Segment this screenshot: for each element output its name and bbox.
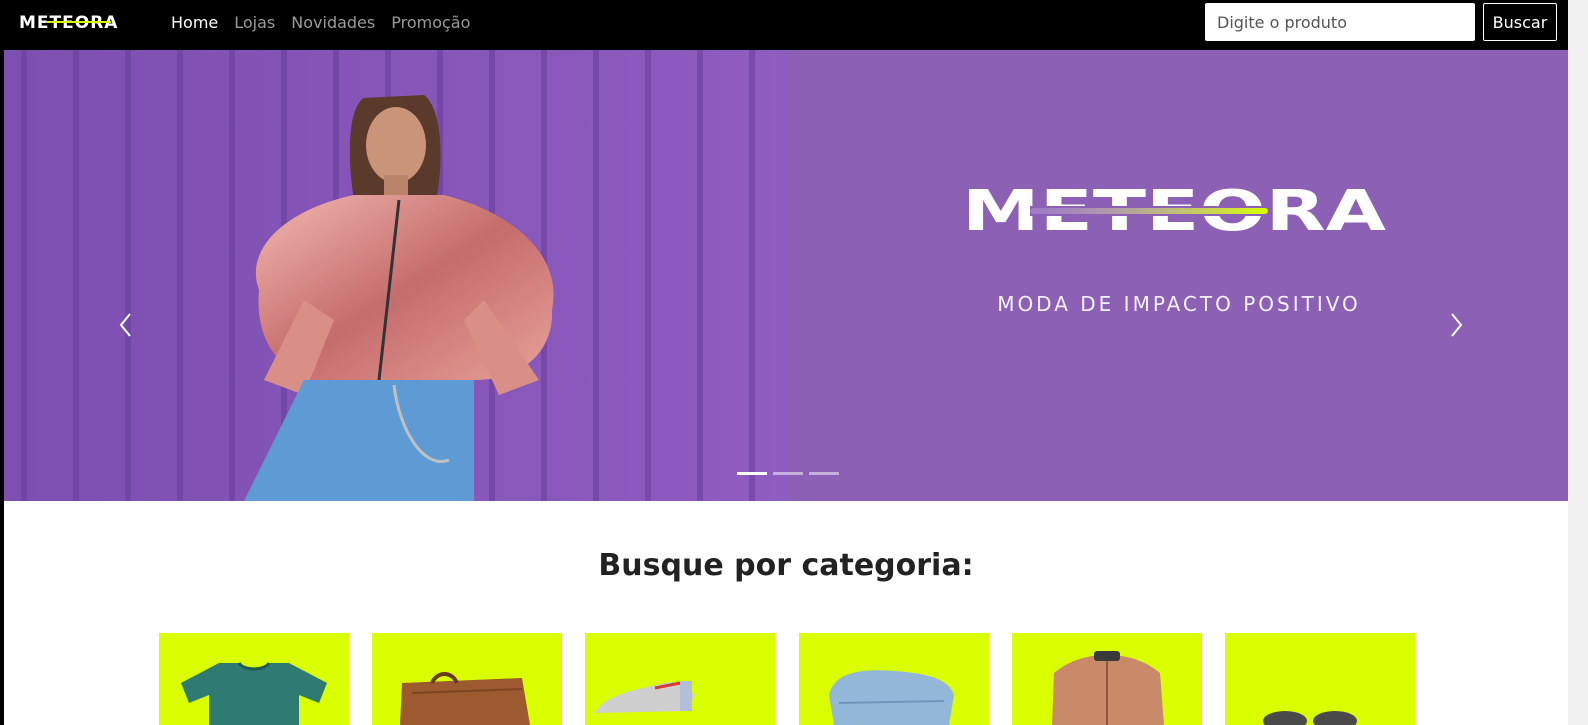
sneaker-icon [595, 681, 695, 713]
hero-model-photo [4, 50, 787, 501]
hero-brand-logo: METEORA [962, 180, 1387, 240]
category-card-jacket[interactable] [1012, 633, 1202, 725]
brand-logo[interactable]: METEORA [19, 12, 143, 32]
nav-links: Home Lojas Novidades Promoção [171, 0, 470, 45]
search-button[interactable]: Buscar [1483, 3, 1557, 41]
tshirt-icon [181, 661, 327, 725]
carousel-next-icon[interactable] [1444, 308, 1468, 342]
carousel-indicator-2[interactable] [773, 472, 803, 475]
search-input[interactable] [1205, 3, 1475, 41]
hero-carousel [4, 50, 1568, 501]
category-card-bag[interactable] [372, 633, 562, 725]
jacket-icon [1052, 651, 1164, 725]
nav-link-novidades[interactable]: Novidades [291, 13, 375, 32]
category-section-title: Busque por categoria: [598, 548, 974, 583]
carousel-indicator-3[interactable] [809, 472, 839, 475]
nav-link-home[interactable]: Home [171, 13, 218, 32]
category-card-sneaker[interactable] [585, 633, 775, 725]
hero-brand-panel [787, 50, 1568, 501]
jeans-icon [829, 670, 954, 725]
page-scrollbar[interactable] [1568, 0, 1588, 725]
carousel-indicator-1[interactable] [737, 472, 767, 475]
category-card-jeans[interactable] [799, 633, 989, 725]
category-card-sunglasses[interactable] [1225, 633, 1415, 725]
carousel-prev-icon[interactable] [114, 308, 138, 342]
nav-link-promocao[interactable]: Promoção [391, 13, 470, 32]
hero-tagline: MODA DE IMPACTO POSITIVO [997, 292, 1361, 316]
navbar: METEORA Home Lojas Novidades Promoção Bu… [0, 0, 1568, 45]
sunglasses-icon [1263, 711, 1357, 725]
carousel-indicators [737, 472, 839, 475]
category-card-tshirt[interactable] [159, 633, 349, 725]
handbag-icon [400, 672, 530, 725]
nav-link-lojas[interactable]: Lojas [234, 13, 275, 32]
